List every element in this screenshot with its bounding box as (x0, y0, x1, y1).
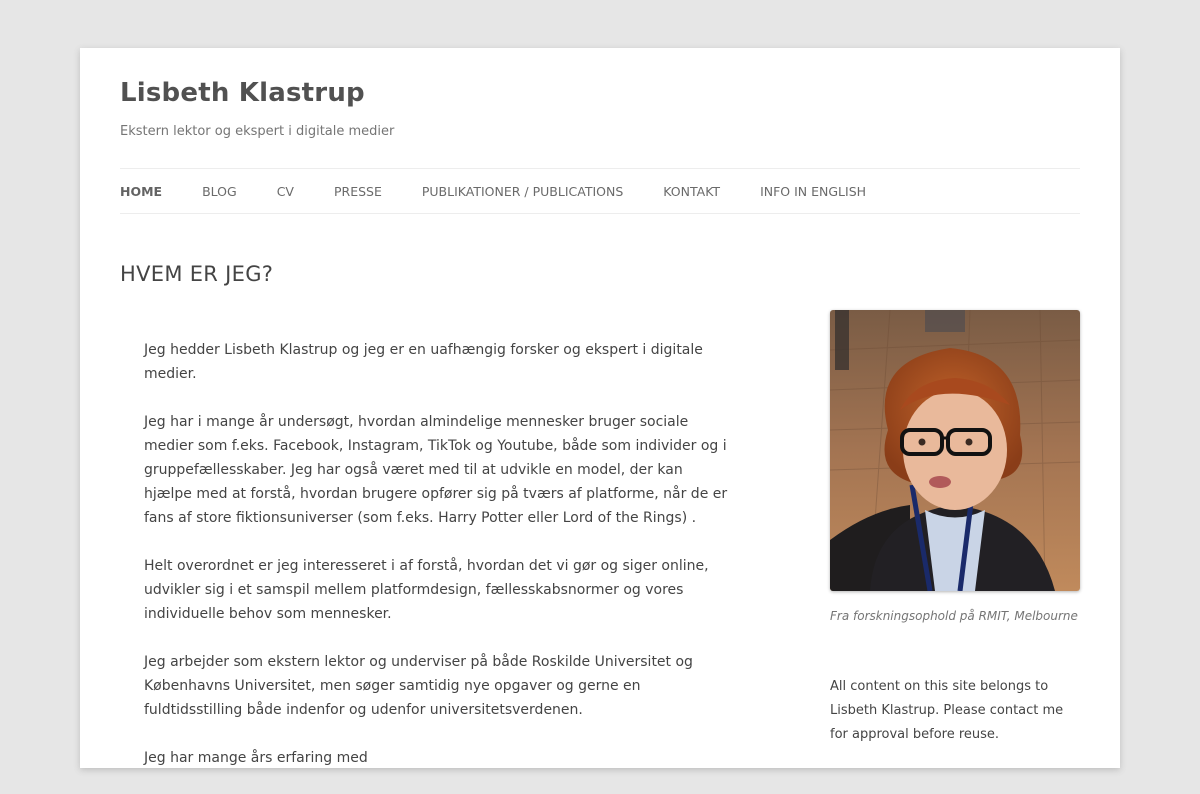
paragraph: Jeg har i mange år undersøgt, hvordan al… (144, 414, 728, 526)
page-title: HVEM ER JEG? (120, 262, 274, 286)
nav-item-publications[interactable]: PUBLIKATIONER / PUBLICATIONS (422, 184, 623, 199)
nav-item-cv[interactable]: CV (277, 184, 294, 199)
paragraph: Jeg arbejder som ekstern lektor og under… (144, 654, 693, 718)
profile-photo (830, 310, 1080, 591)
nav-item-presse[interactable]: PRESSE (334, 184, 382, 199)
nav-item-kontakt[interactable]: KONTAKT (663, 184, 720, 199)
entry-content: Jeg hedder Lisbeth Klastrup og jeg er en… (144, 338, 734, 794)
photo-caption: Fra forskningsophold på RMIT, Melbourne (830, 609, 1078, 623)
nav-item-blog[interactable]: BLOG (202, 184, 237, 199)
main-navigation: HOME BLOG CV PRESSE PUBLIKATIONER / PUBL… (120, 168, 1080, 214)
paragraph: Jeg hedder Lisbeth Klastrup og jeg er en… (144, 342, 703, 382)
site-tagline: Ekstern lektor og ekspert i digitale med… (120, 124, 395, 139)
paragraph: Jeg har mange års erfaring med (144, 750, 368, 766)
copyright-notice: All content on this site belongs to Lisb… (830, 679, 1064, 742)
paragraph: Helt overordnet er jeg interesseret i af… (144, 558, 709, 622)
site-title[interactable]: Lisbeth Klastrup (120, 78, 365, 108)
nav-item-info-english[interactable]: INFO IN ENGLISH (760, 184, 866, 199)
nav-item-home[interactable]: HOME (120, 184, 162, 199)
page-container: Lisbeth Klastrup Ekstern lektor og ekspe… (80, 48, 1120, 768)
sidebar: Fra forskningsophold på RMIT, Melbourne … (830, 310, 1080, 747)
